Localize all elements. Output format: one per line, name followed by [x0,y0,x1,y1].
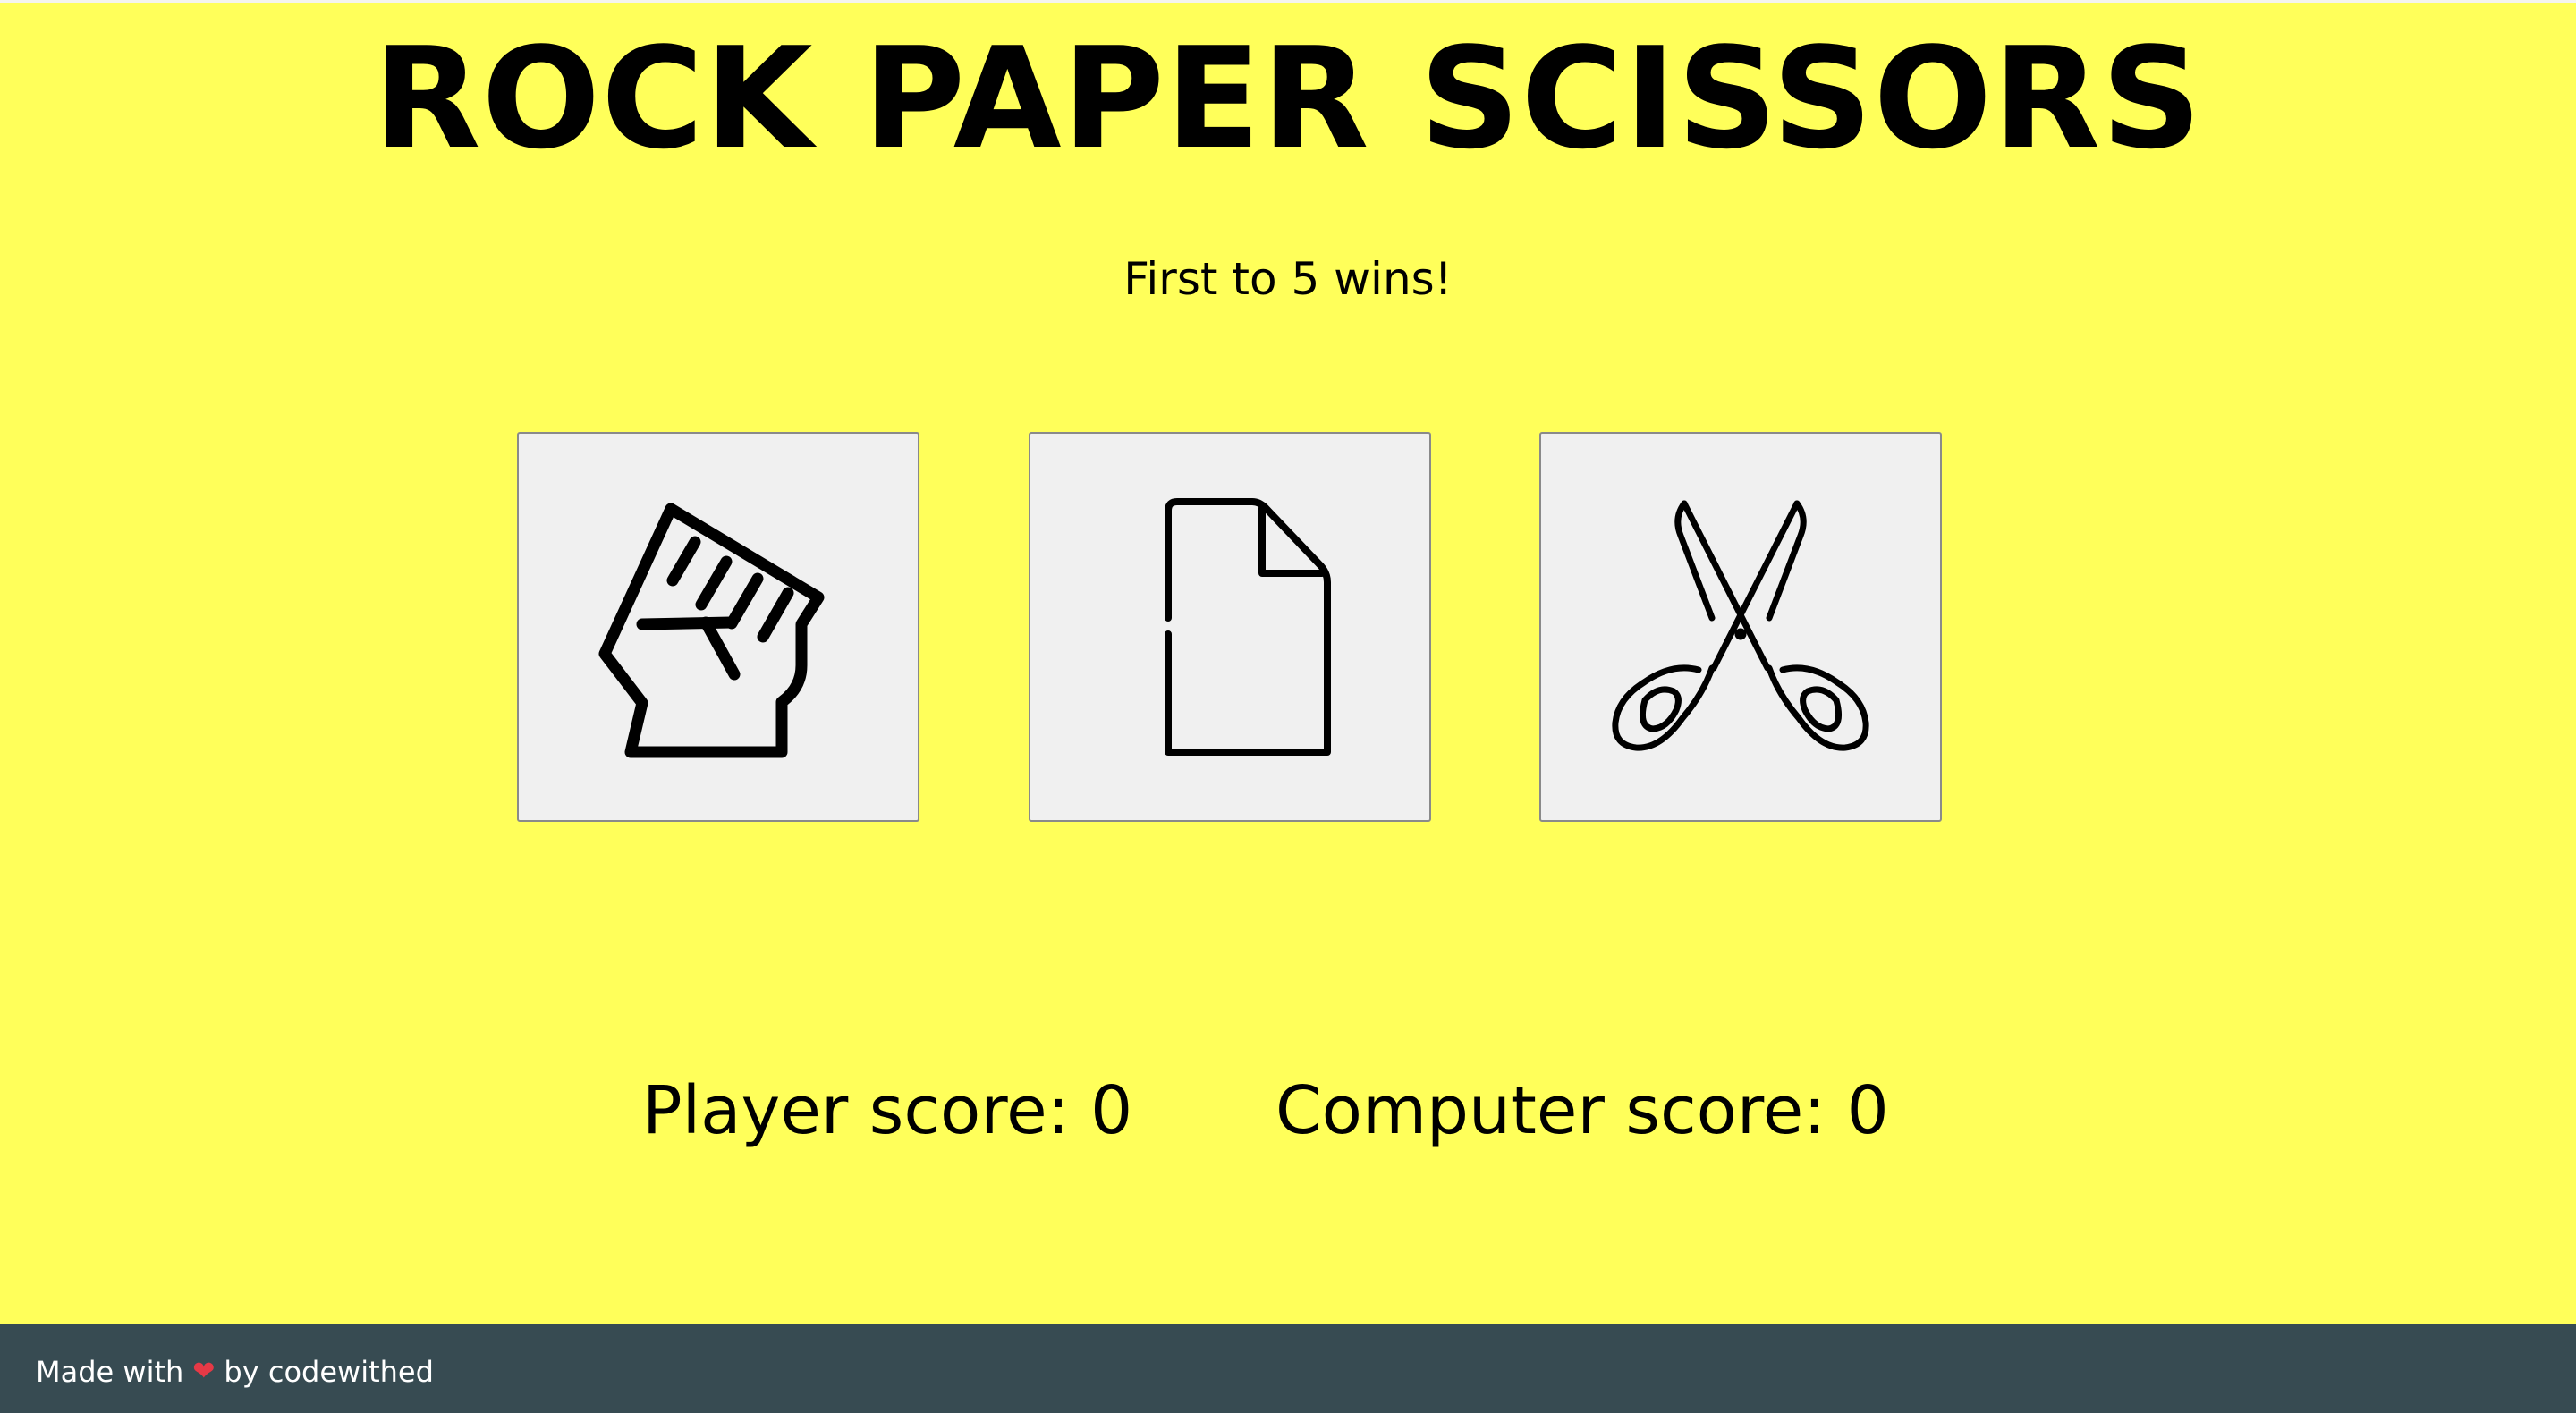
footer: Made with ❤ by codewithed [0,1324,2576,1413]
game-rules-text: First to 5 wins! [1123,253,1453,305]
page-title: ROCK PAPER SCISSORS [373,17,2203,180]
footer-made-with-text: Made with [36,1354,184,1389]
scissors-button[interactable] [1539,432,1942,822]
paper-sheet-icon [1165,498,1331,756]
computer-score: Computer score: 0 [1275,1072,1889,1149]
rock-button[interactable] [517,432,919,822]
paper-button[interactable] [1029,432,1431,822]
player-score: Player score: 0 [642,1072,1133,1149]
footer-author-text: by codewithed [224,1354,434,1389]
rock-fist-icon [598,503,825,758]
scissors-icon [1612,500,1869,751]
top-strip [0,0,2576,3]
heart-icon: ❤ [192,1356,216,1387]
